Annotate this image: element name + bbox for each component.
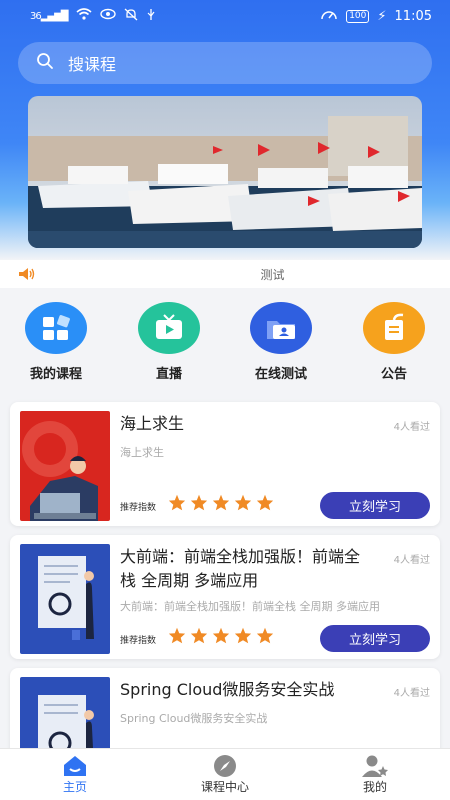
star-icon [190,494,208,511]
course-card[interactable]: 大前端：前端全栈加强版！前端全栈 全周期 多端应用 4人看过 大前端：前端全栈加… [10,535,440,659]
menu-announcement[interactable]: 公告 [349,302,439,382]
menu-label: 我的课程 [29,367,82,382]
rating-label: 推荐指数 [120,503,157,513]
battery-icon: 100 [346,9,370,23]
rating-label: 推荐指数 [120,636,157,646]
bottom-tab-bar: 主页 课程中心 我的 [0,748,450,800]
menu-my-courses[interactable]: 我的课程 [11,302,101,382]
speedometer-icon [320,7,338,25]
grid-icon [25,302,87,354]
star-icon [256,627,274,644]
course-title: 海上求生 [120,414,185,433]
user-star-icon [320,754,430,778]
usb-icon [146,8,156,25]
star-icon [212,494,230,511]
course-subtitle: 海上求生 [120,446,164,459]
tv-icon [138,302,200,354]
course-card[interactable]: 海上求生 4人看过 海上求生 推荐指数 立刻学习 [10,402,440,526]
star-icon [234,494,252,511]
notice-text: 测试 [260,267,285,282]
tab-course-center[interactable]: 课程中心 [170,749,280,795]
compass-icon [170,754,280,778]
tab-label: 主页 [62,780,87,794]
study-now-button[interactable]: 立刻学习 [320,492,430,519]
star-icon [168,494,186,511]
notice-bar[interactable]: 测试 [0,260,450,288]
course-title: 大前端：前端全栈加强版！前端全栈 全周期 多端应用 [120,547,361,590]
star-icon [256,494,274,511]
menu-online-test[interactable]: 在线测试 [236,302,326,382]
folder-user-icon [250,302,312,354]
menu-live[interactable]: 直播 [124,302,214,382]
view-count: 4人看过 [393,422,430,433]
notice-icon [363,302,425,354]
star-icon [168,627,186,644]
clock-time: 11:05 [394,8,432,24]
search-placeholder: 搜课程 [68,55,117,74]
star-icon [212,627,230,644]
banner-image[interactable] [28,96,422,248]
search-icon [36,52,54,74]
tab-home[interactable]: 主页 [20,749,130,795]
star-icon [190,627,208,644]
course-title: Spring Cloud微服务安全实战 [120,680,335,699]
quick-menu: 我的课程 直播 在线测试 公告 [0,302,450,392]
home-icon [20,754,130,778]
eye-icon [99,8,116,24]
study-now-button[interactable]: 立刻学习 [320,625,430,652]
search-bar[interactable]: 搜课程 [18,42,432,84]
speaker-icon [18,267,36,284]
wifi-icon [75,8,92,24]
menu-label: 直播 [155,367,182,382]
course-subtitle: 大前端：前端全栈加强版！前端全栈 全周期 多端应用 [120,600,380,613]
tab-label: 我的 [362,780,387,794]
tab-label: 课程中心 [200,780,249,794]
charging-icon: ⚡ [377,8,387,24]
course-thumbnail [20,544,110,654]
mute-bell-icon [124,8,138,25]
rating-stars [168,494,274,511]
menu-label: 公告 [380,367,407,382]
course-thumbnail [20,411,110,521]
status-bar: 36▂▄▆█ 100 ⚡ 11:05 [0,0,450,32]
menu-label: 在线测试 [254,367,307,382]
view-count: 4人看过 [393,555,430,566]
tab-mine[interactable]: 我的 [320,749,430,795]
view-count: 4人看过 [393,688,430,699]
star-icon [234,627,252,644]
course-subtitle: Spring Cloud微服务安全实战 [120,712,268,725]
rating-stars [168,627,274,644]
signal-icon: 36▂▄▆█ [30,10,68,22]
